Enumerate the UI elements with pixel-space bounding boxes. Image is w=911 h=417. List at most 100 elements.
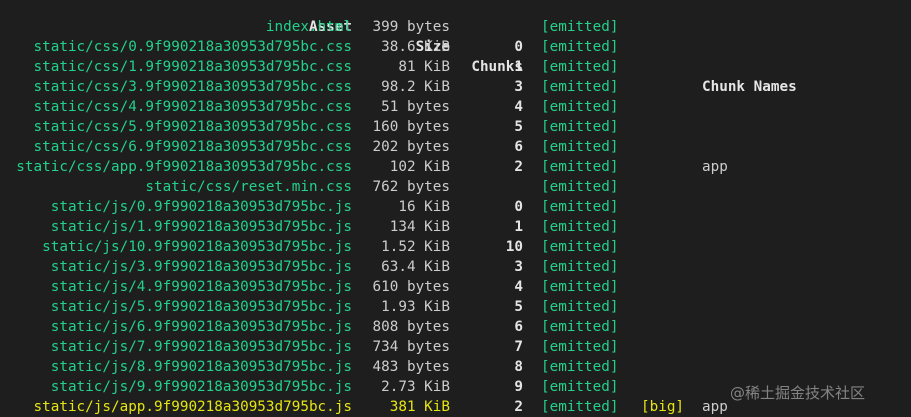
chunk-id: 3 bbox=[514, 259, 523, 275]
chunk-id: 10 bbox=[505, 239, 523, 255]
table-row: static/css/1.9f990218a30953d795bc.css 81 … bbox=[0, 57, 911, 77]
asset-filename: static/js/1.9f990218a30953d795bc.js bbox=[50, 219, 352, 235]
chunk-id: 9 bbox=[514, 379, 523, 395]
chunk-id: 0 bbox=[514, 199, 523, 215]
emitted-status: [emitted] bbox=[541, 239, 619, 255]
asset-size: 134 KiB bbox=[389, 219, 450, 235]
emitted-status: [emitted] bbox=[541, 139, 619, 155]
emitted-status: [emitted] bbox=[541, 319, 619, 335]
asset-size: 610 bytes bbox=[372, 279, 450, 295]
asset-size: 762 bytes bbox=[372, 179, 450, 195]
emitted-status: [emitted] bbox=[541, 219, 619, 235]
asset-filename: static/js/5.9f990218a30953d795bc.js bbox=[50, 299, 352, 315]
asset-filename: static/js/9.9f990218a30953d795bc.js bbox=[50, 379, 352, 395]
asset-filename: static/css/5.9f990218a30953d795bc.css bbox=[33, 119, 352, 135]
chunk-id: 1 bbox=[514, 219, 523, 235]
table-row: static/css/app.9f990218a30953d795bc.css 1… bbox=[0, 157, 911, 177]
emitted-status: [emitted] bbox=[541, 379, 619, 395]
table-row: static/css/reset.min.css 762 bytes [emitte… bbox=[0, 177, 911, 197]
asset-filename: static/css/3.9f990218a30953d795bc.css bbox=[33, 79, 352, 95]
emitted-status: [emitted] bbox=[541, 99, 619, 115]
asset-size: 1.93 KiB bbox=[381, 299, 450, 315]
chunk-id: 1 bbox=[514, 59, 523, 75]
emitted-status: [emitted] bbox=[541, 339, 619, 355]
big-warning: [big] bbox=[641, 399, 685, 415]
chunk-id: 7 bbox=[514, 339, 523, 355]
asset-size: 102 KiB bbox=[389, 159, 450, 175]
asset-filename: static/css/app.9f990218a30953d795bc.css bbox=[16, 159, 352, 175]
table-row: static/js/4.9f990218a30953d795bc.js 610 b… bbox=[0, 277, 911, 297]
table-row: static/css/6.9f990218a30953d795bc.css 202… bbox=[0, 137, 911, 157]
asset-filename: static/js/8.9f990218a30953d795bc.js bbox=[50, 359, 352, 375]
asset-size: 399 bytes bbox=[372, 19, 450, 35]
emitted-status: [emitted] bbox=[541, 119, 619, 135]
emitted-status: [emitted] bbox=[541, 179, 619, 195]
table-row: static/js/1.9f990218a30953d795bc.js 134 K… bbox=[0, 217, 911, 237]
asset-filename: static/js/6.9f990218a30953d795bc.js bbox=[50, 319, 352, 335]
table-row: static/js/5.9f990218a30953d795bc.js 1.93 … bbox=[0, 297, 911, 317]
asset-size: 202 bytes bbox=[372, 139, 450, 155]
chunk-id: 5 bbox=[514, 119, 523, 135]
table-row: static/css/3.9f990218a30953d795bc.css 98.… bbox=[0, 77, 911, 97]
table-row: static/css/5.9f990218a30953d795bc.css 160… bbox=[0, 117, 911, 137]
emitted-status: [emitted] bbox=[541, 39, 619, 55]
emitted-status: [emitted] bbox=[541, 19, 619, 35]
chunk-id: 4 bbox=[514, 99, 523, 115]
asset-size: 16 KiB bbox=[398, 199, 450, 215]
asset-filename: static/js/10.9f990218a30953d795bc.js bbox=[42, 239, 352, 255]
asset-filename: index.html bbox=[265, 19, 352, 35]
asset-size: 483 bytes bbox=[372, 359, 450, 375]
asset-filename: static/css/6.9f990218a30953d795bc.css bbox=[33, 139, 352, 155]
asset-size: 160 bytes bbox=[372, 119, 450, 135]
asset-filename: static/css/4.9f990218a30953d795bc.css bbox=[33, 99, 352, 115]
asset-size: 2.73 KiB bbox=[381, 379, 450, 395]
chunk-id: 6 bbox=[514, 319, 523, 335]
chunk-id: 4 bbox=[514, 279, 523, 295]
table-row: static/js/3.9f990218a30953d795bc.js 63.4 … bbox=[0, 257, 911, 277]
emitted-status: [emitted] bbox=[541, 299, 619, 315]
chunk-name: app bbox=[702, 399, 728, 415]
asset-size: 51 bytes bbox=[381, 99, 450, 115]
table-row: static/js/7.9f990218a30953d795bc.js 734 b… bbox=[0, 337, 911, 357]
asset-size: 98.2 KiB bbox=[381, 79, 450, 95]
asset-filename: static/css/1.9f990218a30953d795bc.css bbox=[33, 59, 352, 75]
table-row: static/js/0.9f990218a30953d795bc.js 16 Ki… bbox=[0, 197, 911, 217]
table-row: static/js/8.9f990218a30953d795bc.js 483 b… bbox=[0, 357, 911, 377]
emitted-status: [emitted] bbox=[541, 79, 619, 95]
asset-filename: static/js/7.9f990218a30953d795bc.js bbox=[50, 339, 352, 355]
asset-size: 81 KiB bbox=[398, 59, 450, 75]
watermark: @稀土掘金技术社区 bbox=[730, 384, 866, 402]
chunk-id: 8 bbox=[514, 359, 523, 375]
table-row: static/js/6.9f990218a30953d795bc.js 808 b… bbox=[0, 317, 911, 337]
asset-filename: static/css/reset.min.css bbox=[145, 179, 352, 195]
emitted-status: [emitted] bbox=[541, 59, 619, 75]
asset-filename: static/js/app.9f990218a30953d795bc.js bbox=[33, 399, 352, 415]
emitted-status: [emitted] bbox=[541, 279, 619, 295]
asset-filename: static/css/0.9f990218a30953d795bc.css bbox=[33, 39, 352, 55]
emitted-status: [emitted] bbox=[541, 359, 619, 375]
asset-size: 38.6 KiB bbox=[381, 39, 450, 55]
asset-size: 1.52 KiB bbox=[381, 239, 450, 255]
table-row: static/js/10.9f990218a30953d795bc.js 1.52… bbox=[0, 237, 911, 257]
chunk-id: 3 bbox=[514, 79, 523, 95]
table-row: static/css/0.9f990218a30953d795bc.css 38.… bbox=[0, 37, 911, 57]
emitted-status: [emitted] bbox=[541, 259, 619, 275]
chunk-name: app bbox=[702, 159, 728, 175]
chunk-id: 5 bbox=[514, 299, 523, 315]
chunk-id: 0 bbox=[514, 39, 523, 55]
asset-filename: static/js/0.9f990218a30953d795bc.js bbox=[50, 199, 352, 215]
emitted-status: [emitted] bbox=[541, 399, 619, 415]
asset-filename: static/js/3.9f990218a30953d795bc.js bbox=[50, 259, 352, 275]
table-row: static/css/4.9f990218a30953d795bc.css 51 … bbox=[0, 97, 911, 117]
chunk-id: 6 bbox=[514, 139, 523, 155]
chunk-id: 2 bbox=[514, 399, 523, 415]
asset-size: 381 KiB bbox=[389, 399, 450, 415]
asset-size: 734 bytes bbox=[372, 339, 450, 355]
table-header: Asset Size Chunks Chunk Names bbox=[0, 0, 911, 95]
table-row: index.html 399 bytes [emitted] bbox=[0, 17, 911, 37]
asset-size: 808 bytes bbox=[372, 319, 450, 335]
emitted-status: [emitted] bbox=[541, 199, 619, 215]
terminal-output: Asset Size Chunks Chunk Names index.html… bbox=[0, 0, 911, 417]
chunk-id: 2 bbox=[514, 159, 523, 175]
asset-table-body: index.html 399 bytes [emitted] static/css/0… bbox=[0, 17, 911, 417]
